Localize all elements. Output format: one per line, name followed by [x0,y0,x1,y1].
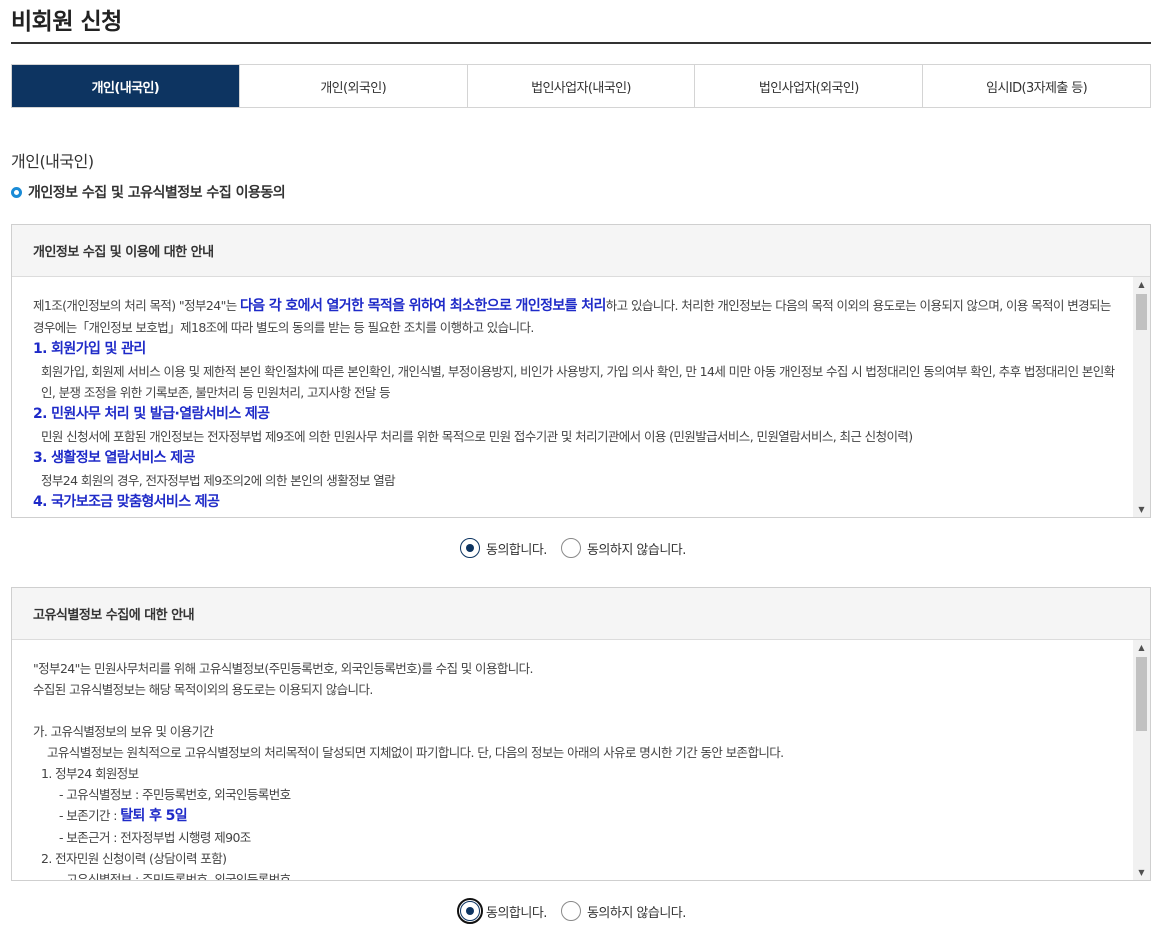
applicant-type-tabs: 개인(내국인) 개인(외국인) 법인사업자(내국인) 법인사업자(외국인) 임시… [11,64,1151,108]
unique-scroll-thumb[interactable] [1136,657,1147,731]
privacy-box-header: 개인정보 수집 및 이용에 대한 안내 [12,225,1150,277]
unique-subheading: 가. 고유식별정보의 보유 및 이용기간 [33,724,214,739]
unique-retention-period: - 보존기간 : 탈퇴 후 5일 [33,805,1120,827]
unique-id-info-box: 고유식별정보 수집에 대한 안내 "정부24"는 민원사무처리를 위해 고유식별… [11,587,1151,881]
section-title: 개인(내국인) [11,152,94,171]
tab-corporate-domestic[interactable]: 법인사업자(내국인) [467,65,696,107]
unique-sub-item: - 고유식별정보 : 주민등록번호, 외국인등록번호 [59,787,291,802]
bullet-ring-icon [11,186,22,198]
privacy-item-text: 회원가입, 회원제 서비스 이용 및 제한적 본인 확인절차에 따른 본인확인,… [41,364,1115,400]
privacy-box-body[interactable]: 제1조(개인정보의 처리 목적) "정부24"는 다음 각 호에서 열거한 목적… [12,277,1150,517]
unique-line: "정부24"는 민원사무처리를 위해 고유식별정보(주민등록번호, 외국인등록번… [33,661,534,676]
unique-box-body[interactable]: "정부24"는 민원사무처리를 위해 고유식별정보(주민등록번호, 외국인등록번… [12,640,1150,880]
consent-heading: 개인정보 수집 및 고유식별정보 수집 이용동의 [11,182,286,202]
privacy-disagree-radio[interactable] [560,538,581,558]
unique-sub-heading: 2. 전자민원 신청이력 (상담이력 포함) [41,851,227,866]
unique-disagree-label: 동의하지 않습니다. [586,905,686,921]
tab-individual-domestic[interactable]: 개인(내국인) [12,65,240,107]
title-divider [11,42,1151,44]
tab-corporate-foreign[interactable]: 법인사업자(외국인) [695,65,924,107]
retention-value: 탈퇴 후 5일 [120,808,188,824]
unique-sub-heading: 1. 정부24 회원정보 [41,766,139,781]
unique-scrollbar[interactable]: ▲ ▼ [1133,640,1150,880]
unique-text: "정부24"는 민원사무처리를 위해 고유식별정보(주민등록번호, 외국인등록번… [12,640,1150,880]
privacy-intro: 제1조(개인정보의 처리 목적) "정부24"는 다음 각 호에서 열거한 목적… [33,295,1120,338]
unique-agree-option[interactable]: 동의합니다. [457,898,547,924]
privacy-agree-option[interactable]: 동의합니다. [460,538,547,558]
privacy-disagree-option[interactable]: 동의하지 않습니다. [560,538,686,558]
unique-agree-label: 동의합니다. [486,905,547,921]
privacy-item-heading: 3. 생활정보 열람서비스 제공 [33,450,195,466]
unique-line: 수집된 고유식별정보는 해당 목적이외의 용도로는 이용되지 않습니다. [33,682,373,697]
scroll-up-icon[interactable]: ▲ [1133,277,1150,292]
privacy-disagree-label: 동의하지 않습니다. [586,542,686,558]
unique-agree-radio[interactable] [457,898,483,924]
privacy-item-heading: 2. 민원사무 처리 및 발급·열람서비스 제공 [33,406,270,422]
privacy-text: 제1조(개인정보의 처리 목적) "정부24"는 다음 각 호에서 열거한 목적… [12,277,1150,514]
privacy-info-box: 개인정보 수집 및 이용에 대한 안내 제1조(개인정보의 처리 목적) "정부… [11,224,1151,518]
privacy-agree-radio[interactable] [460,538,480,558]
unique-sub-item: - 보존근거 : 전자정부법 시행령 제90조 [59,830,251,845]
consent-heading-label: 개인정보 수집 및 고유식별정보 수집 이용동의 [28,185,286,201]
scroll-up-icon[interactable]: ▲ [1133,640,1150,655]
privacy-agree-label: 동의합니다. [486,542,547,558]
privacy-item-heading: 1. 회원가입 및 관리 [33,341,146,357]
privacy-intro-text: 제1조(개인정보의 처리 목적) "정부24"는 [33,298,241,313]
privacy-consent-radios: 동의합니다. 동의하지 않습니다. [460,538,700,558]
tab-individual-foreign[interactable]: 개인(외국인) [239,65,468,107]
retention-label: - 보존기간 : [59,808,121,823]
unique-disagree-option[interactable]: 동의하지 않습니다. [560,901,686,921]
page-title: 비회원 신청 [11,9,122,35]
scroll-down-icon[interactable]: ▼ [1133,865,1150,880]
privacy-item-text: 민원 신청서에 포함된 개인정보는 전자정부법 제9조에 의한 민원사무 처리를… [41,429,913,444]
unique-sub-item: - 고유식별정보 : 주민등록번호, 외국인등록번호 [59,872,291,880]
unique-ga-text: 고유식별정보는 원칙적으로 고유식별정보의 처리목적이 달성되면 지체없이 파기… [47,745,784,760]
scroll-down-icon[interactable]: ▼ [1133,502,1150,517]
privacy-item-text: 정부24 회원의 경우, 전자정부법 제9조의2에 의한 본인의 생활정보 열람 [41,473,396,488]
privacy-intro-highlight: 다음 각 호에서 열거한 목적을 위하여 최소한으로 개인정보를 처리 [240,298,606,314]
tab-temporary-id[interactable]: 임시ID(3자제출 등) [923,65,1150,107]
privacy-item-heading: 4. 국가보조금 맞춤형서비스 제공 [33,494,220,510]
privacy-scroll-thumb[interactable] [1136,294,1147,330]
unique-box-header: 고유식별정보 수집에 대한 안내 [12,588,1150,640]
privacy-scrollbar[interactable]: ▲ ▼ [1133,277,1150,517]
unique-disagree-radio[interactable] [560,901,581,921]
unique-consent-radios: 동의합니다. 동의하지 않습니다. [457,898,700,924]
